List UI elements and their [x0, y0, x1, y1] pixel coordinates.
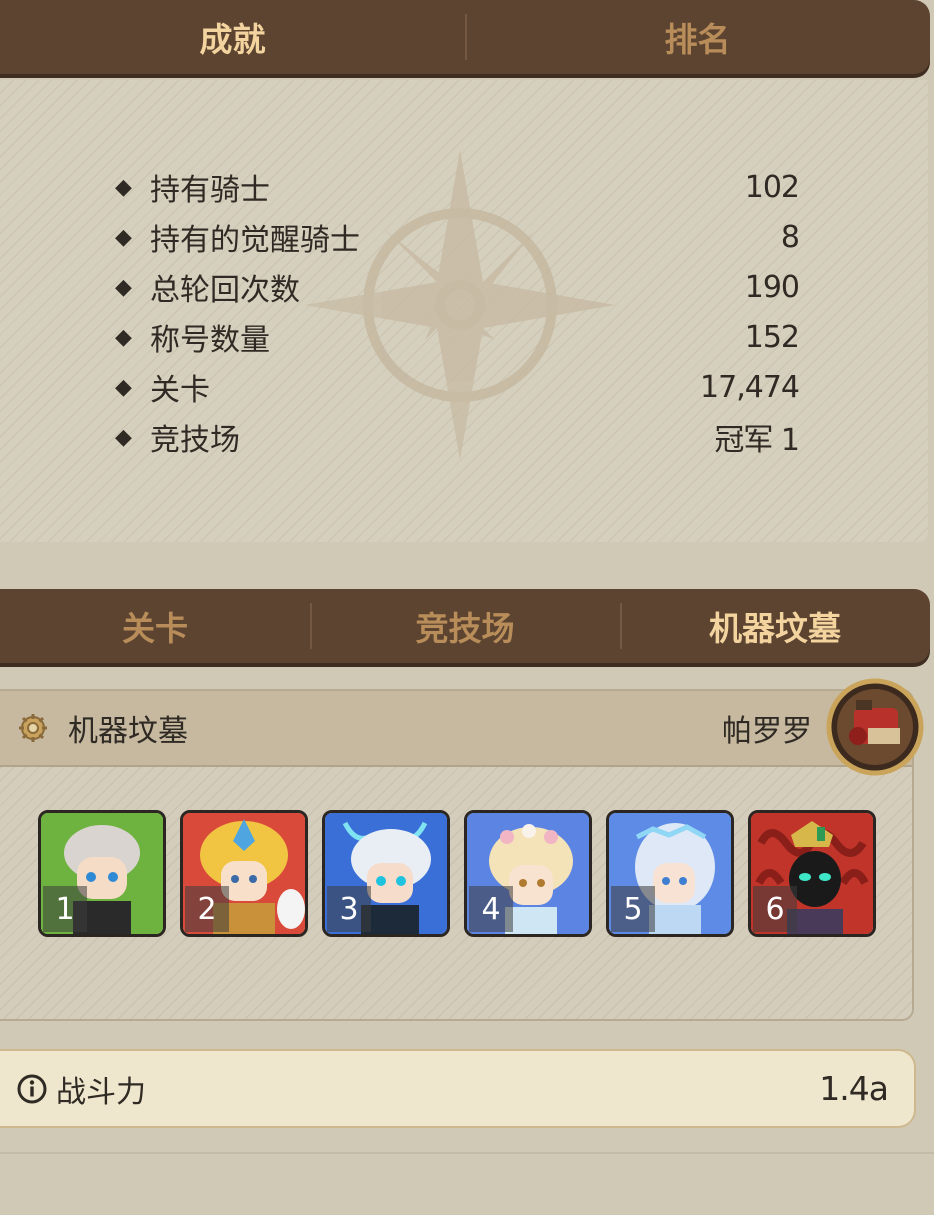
divider	[0, 1152, 934, 1154]
combat-power-label: 战斗力	[56, 1074, 146, 1110]
tab-stage[interactable]: 关卡	[0, 589, 310, 663]
hero-slot-number: 6	[753, 886, 797, 932]
stat-row-knights: ◆ 持有骑士 102	[115, 162, 800, 212]
gear-icon	[19, 714, 47, 742]
team-title: 机器坟墓	[68, 714, 188, 749]
hero-slot-number: 1	[43, 886, 87, 932]
top-tab-bar: 成就 排名	[0, 0, 930, 74]
info-icon[interactable]	[16, 1073, 48, 1105]
hero-slot-number: 4	[469, 886, 513, 932]
tab-achievements[interactable]: 成就	[0, 0, 465, 74]
diamond-bullet-icon: ◆	[115, 324, 132, 350]
stat-row-rebirths: ◆ 总轮回次数 190	[115, 262, 800, 312]
diamond-bullet-icon: ◆	[115, 274, 132, 300]
stat-value: 102	[744, 169, 800, 205]
stat-value: 190	[744, 269, 800, 305]
hero-slot-1[interactable]: 1	[38, 810, 166, 937]
stat-value: 冠军 1	[714, 423, 800, 458]
combat-power-value: 1.4a	[819, 1069, 889, 1108]
stat-label: 竞技场	[150, 423, 240, 458]
diamond-bullet-icon: ◆	[115, 224, 132, 250]
stat-label: 总轮回次数	[150, 273, 300, 308]
stat-label: 关卡	[150, 373, 210, 408]
hero-slot-number: 3	[327, 886, 371, 932]
tab-arena[interactable]: 竞技场	[310, 589, 620, 663]
stat-row-awakened-knights: ◆ 持有的觉醒骑士 8	[115, 212, 800, 262]
hero-slot-5[interactable]: 5	[606, 810, 734, 937]
stat-row-arena: ◆ 竞技场 冠军 1	[115, 412, 800, 462]
tab-ranking[interactable]: 排名	[465, 0, 930, 74]
mode-tab-bar: 关卡 竞技场 机器坟墓	[0, 589, 930, 663]
team-owner-name: 帕罗罗	[722, 714, 812, 749]
stat-value: 8	[780, 219, 800, 255]
hero-slot-number: 5	[611, 886, 655, 932]
achievement-stats-panel: ◆ 持有骑士 102 ◆ 持有的觉醒骑士 8 ◆ 总轮回次数 190 ◆ 称号数量 15…	[0, 80, 928, 542]
stat-label: 持有的觉醒骑士	[150, 223, 360, 258]
boss-badge-icon[interactable]	[826, 678, 924, 776]
hero-slot-6[interactable]: 6	[748, 810, 876, 937]
stat-value: 152	[744, 319, 800, 355]
diamond-bullet-icon: ◆	[115, 174, 132, 200]
diamond-bullet-icon: ◆	[115, 424, 132, 450]
hero-slot-number: 2	[185, 886, 229, 932]
stat-row-stage: ◆ 关卡 17,474	[115, 362, 800, 412]
stat-row-titles: ◆ 称号数量 152	[115, 312, 800, 362]
team-header: 机器坟墓 帕罗罗	[0, 691, 912, 767]
hero-slot-2[interactable]: 2	[180, 810, 308, 937]
diamond-bullet-icon: ◆	[115, 374, 132, 400]
tab-machine-tomb[interactable]: 机器坟墓	[620, 589, 930, 663]
stat-label: 持有骑士	[150, 173, 270, 208]
stat-label: 称号数量	[150, 323, 270, 358]
stat-value: 17,474	[700, 369, 800, 405]
combat-power-bar: 战斗力 1.4a	[0, 1049, 916, 1128]
hero-slot-4[interactable]: 4	[464, 810, 592, 937]
hero-slot-3[interactable]: 3	[322, 810, 450, 937]
